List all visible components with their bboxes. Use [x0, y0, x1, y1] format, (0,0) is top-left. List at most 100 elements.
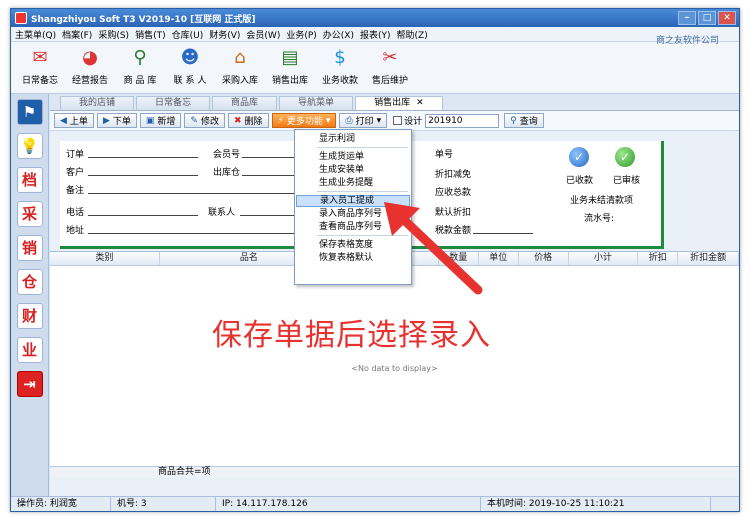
- menu-item[interactable]: 办公(X): [323, 28, 354, 41]
- lightning-icon: ⚡: [277, 115, 284, 126]
- period-input[interactable]: 201910: [425, 113, 500, 128]
- print-button[interactable]: ⎙ 打印 ▾: [339, 113, 388, 128]
- popup-menu-item[interactable]: 生成安装单: [296, 164, 410, 176]
- tab[interactable]: 我的店铺: [60, 96, 135, 110]
- menu-item[interactable]: 报表(Y): [360, 28, 391, 41]
- left-nav: ⚑ 💡 档采销仓财业 ⇥: [11, 94, 49, 496]
- maximize-button[interactable]: □: [698, 11, 716, 25]
- next-order-button[interactable]: ▶ 下单: [96, 113, 137, 128]
- menu-bar: 主菜单(Q) 档案(F) 采购(S) 销售(T) 仓库(U) 财务(V) 会员(W) 业务(P…: [11, 27, 739, 42]
- prev-order-button[interactable]: ◀ 上单: [54, 113, 94, 128]
- query-button[interactable]: ⚲ 查询: [504, 113, 544, 128]
- order-field[interactable]: [88, 157, 198, 158]
- toolbar-button[interactable]: ☻ 联 系 人: [165, 42, 215, 93]
- toolbar-button[interactable]: ✂ 售后维护: [365, 42, 415, 93]
- bill-no-label: 单号: [435, 150, 454, 160]
- exit-icon[interactable]: ⇥: [16, 371, 43, 397]
- tools-icon: ✂: [382, 47, 398, 68]
- column-header[interactable]: 类别: [50, 252, 160, 265]
- mail-icon: ✉: [32, 47, 48, 68]
- toolbar-label: 采购入库: [221, 76, 258, 86]
- popup-menu-item[interactable]: 显示利润: [296, 133, 410, 145]
- toolbar-label: 日常备忘: [21, 76, 58, 86]
- status-ip: IP: 14.117.178.126: [216, 497, 481, 511]
- close-tab-icon[interactable]: ✕: [416, 98, 424, 108]
- column-header[interactable]: 折扣金额: [678, 252, 739, 265]
- column-header[interactable]: 价格: [519, 252, 569, 265]
- toolbar-label: 业务收款: [321, 76, 358, 86]
- customer-label: 客户: [66, 168, 85, 178]
- purchase-icon[interactable]: 采: [16, 201, 43, 227]
- toolbar-label: 销售出库: [271, 76, 308, 86]
- edit-button[interactable]: ✎ 修改: [184, 113, 225, 128]
- discount-label: 折扣减免: [435, 170, 472, 180]
- search-icon: ⚲: [510, 115, 517, 126]
- tab-label: 日常备忘: [155, 98, 192, 108]
- menu-item[interactable]: 主菜单(Q): [15, 28, 56, 41]
- delete-button[interactable]: ✖ 删除: [227, 113, 269, 128]
- toolbar-button[interactable]: ▤ 销售出库: [265, 42, 315, 93]
- toolbar-button[interactable]: ✉ 日常备忘: [15, 42, 65, 93]
- menu-item[interactable]: 仓库(U): [172, 28, 204, 41]
- grid-footer: 商品合共=项: [50, 466, 739, 478]
- toolbar-label: 商 品 库: [123, 76, 157, 86]
- business-icon[interactable]: 业: [16, 337, 43, 363]
- menu-item[interactable]: 销售(T): [135, 28, 166, 41]
- contact-field[interactable]: [240, 215, 302, 216]
- column-header[interactable]: 小计: [569, 252, 639, 265]
- contacts-icon: ☻: [180, 47, 200, 68]
- toolbar-button[interactable]: $ 业务收款: [315, 42, 365, 93]
- address-label: 地址: [66, 226, 85, 236]
- flag-icon[interactable]: ⚑: [16, 99, 43, 125]
- phone-field[interactable]: [88, 215, 198, 216]
- printer-icon: ⎙: [345, 115, 353, 126]
- warehouse-icon[interactable]: 仓: [16, 269, 43, 295]
- tab-label: 商品库: [231, 98, 259, 108]
- address-field[interactable]: [88, 233, 302, 234]
- chevron-down-icon: ▾: [325, 115, 331, 126]
- menu-item[interactable]: 财务(V): [209, 28, 240, 41]
- tab-strip: 我的店铺 日常备忘 商品库 导航菜单 销售出库 ✕: [50, 94, 739, 111]
- design-checkbox[interactable]: [393, 116, 403, 125]
- tab[interactable]: 导航菜单: [279, 96, 354, 110]
- lightbulb-icon[interactable]: 💡: [16, 133, 43, 159]
- received-check-icon[interactable]: ✓: [569, 147, 589, 167]
- toolbar-button[interactable]: ◕ 经营报告: [65, 42, 115, 93]
- menu-separator: [317, 191, 408, 192]
- new-button[interactable]: ▣ 新增: [139, 113, 182, 128]
- column-header[interactable]: 折扣: [638, 252, 679, 265]
- more-functions-button[interactable]: ⚡ 更多功能 ▾: [271, 113, 337, 128]
- status-bar: 操作员: 利润宽 机号: 3 IP: 14.117.178.126 本机时间: …: [11, 496, 739, 511]
- toolbar-button[interactable]: ⚲ 商 品 库: [115, 42, 165, 93]
- sales-icon[interactable]: 销: [16, 235, 43, 261]
- warehouse-field[interactable]: [242, 175, 302, 176]
- member-field[interactable]: [242, 157, 302, 158]
- serial-label: 流水号:: [584, 214, 615, 224]
- tab[interactable]: 日常备忘: [136, 96, 211, 110]
- menu-separator: [317, 147, 408, 148]
- audited-label: 已审核: [613, 176, 641, 186]
- toolbar-label: 联 系 人: [173, 76, 207, 86]
- minimize-button[interactable]: –: [678, 11, 696, 25]
- finance-icon[interactable]: 财: [16, 303, 43, 329]
- menu-item[interactable]: 业务(P): [286, 28, 316, 41]
- popup-menu-item[interactable]: 生成货运单: [296, 151, 410, 163]
- tab[interactable]: 销售出库 ✕: [355, 96, 443, 110]
- audited-check-icon[interactable]: ✓: [615, 147, 635, 167]
- close-button[interactable]: ✕: [718, 11, 736, 25]
- tab[interactable]: 商品库: [212, 96, 278, 110]
- menu-item[interactable]: 帮助(Z): [397, 28, 428, 41]
- action-bar: ◀ 上单 ▶ 下单 ▣ 新增 ✎ 修改 ✖ 删除 ⚡ 更多功能 ▾ ⎙ 打印 ▾ 设计 20191…: [50, 111, 739, 131]
- menu-item[interactable]: 采购(S): [98, 28, 129, 41]
- company-name: 商之友软件公司: [655, 36, 719, 46]
- customer-field[interactable]: [88, 175, 198, 176]
- note-field[interactable]: [88, 193, 302, 194]
- annotation-arrow-icon: [384, 202, 483, 295]
- archive-icon[interactable]: 档: [16, 167, 43, 193]
- member-label: 会员号: [213, 150, 241, 160]
- menu-item[interactable]: 档案(F): [62, 28, 92, 41]
- toolbar-button[interactable]: ⌂ 采购入库: [215, 42, 265, 93]
- menu-item[interactable]: 会员(W): [246, 28, 280, 41]
- design-toggle[interactable]: 设计: [393, 114, 422, 127]
- popup-menu-item[interactable]: 生成业务提醒: [296, 177, 410, 189]
